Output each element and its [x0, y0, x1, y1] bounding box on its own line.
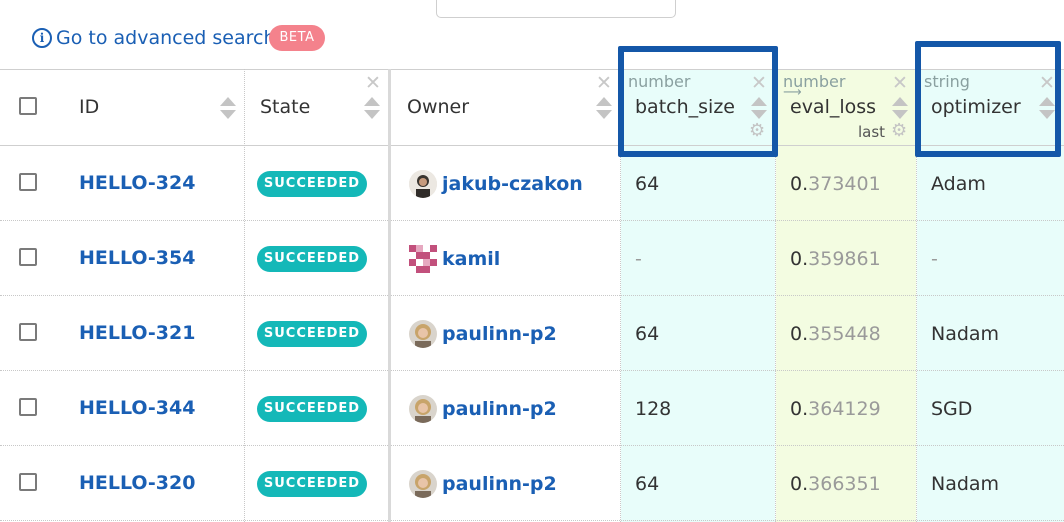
- runs-table: ID State ✕ Owner ✕ number batch_size ✕ ⚙…: [0, 41, 1064, 522]
- column-header-state[interactable]: State ✕: [245, 69, 388, 145]
- status-badge: SUCCEEDED: [257, 396, 367, 422]
- status-badge: SUCCEEDED: [257, 246, 367, 272]
- run-id-link[interactable]: HELLO-354: [79, 247, 195, 269]
- batch-size-value: 64: [635, 473, 660, 495]
- close-icon[interactable]: ✕: [596, 74, 612, 93]
- owner-link[interactable]: paulinn-p2: [442, 323, 557, 345]
- optimizer-value: Adam: [931, 173, 986, 195]
- close-icon[interactable]: ✕: [365, 74, 381, 93]
- column-type-label: number: [783, 72, 846, 91]
- search-input[interactable]: [436, 0, 676, 18]
- row-separator: [0, 520, 1064, 521]
- optimizer-value: Nadam: [931, 323, 1000, 345]
- avatar: [409, 245, 437, 273]
- column-header-label: State: [260, 96, 311, 118]
- eval-loss-value: 0.364129: [790, 398, 881, 420]
- row-checkbox[interactable]: [19, 248, 37, 266]
- run-id-link[interactable]: HELLO-324: [79, 172, 195, 194]
- row-separator: [0, 370, 1064, 371]
- eval-loss-value: 0.373401: [790, 173, 881, 195]
- highlight-box-optimizer: [915, 41, 1061, 157]
- avatar: [409, 470, 437, 498]
- aggregation-label: last: [858, 123, 886, 141]
- highlight-box-batch-size: [618, 46, 778, 157]
- optimizer-value: SGD: [931, 398, 973, 420]
- row-separator: [0, 220, 1064, 221]
- column-header-id[interactable]: ID: [62, 69, 244, 145]
- owner-link[interactable]: paulinn-p2: [442, 398, 557, 420]
- status-badge: SUCCEEDED: [257, 471, 367, 497]
- owner-link[interactable]: jakub-czakon: [442, 173, 583, 195]
- column-header-label: eval_loss: [790, 96, 877, 118]
- row-checkbox[interactable]: [19, 473, 37, 491]
- run-id-link[interactable]: HELLO-344: [79, 397, 195, 419]
- run-id-link[interactable]: HELLO-320: [79, 472, 195, 494]
- column-header-eval-loss[interactable]: ⟶ number eval_loss ✕ last ⚙: [776, 69, 916, 145]
- close-icon[interactable]: ✕: [892, 74, 908, 93]
- sort-icon[interactable]: [596, 97, 612, 121]
- row-checkbox[interactable]: [19, 173, 37, 191]
- header-bottom-border: [0, 145, 1064, 146]
- batch-size-value: -: [635, 248, 642, 270]
- column-header-label: ID: [79, 96, 100, 118]
- gear-icon[interactable]: ⚙: [891, 122, 907, 140]
- beta-badge: BETA: [269, 25, 325, 51]
- avatar: [409, 170, 437, 198]
- avatar: [409, 320, 437, 348]
- row-checkbox[interactable]: [19, 398, 37, 416]
- sort-icon[interactable]: [220, 97, 236, 121]
- optimizer-value: Nadam: [931, 473, 1000, 495]
- eval-loss-value: 0.366351: [790, 473, 881, 495]
- batch-size-value: 64: [635, 323, 660, 345]
- status-badge: SUCCEEDED: [257, 171, 367, 197]
- avatar: [409, 395, 437, 423]
- column-header-owner[interactable]: Owner ✕: [391, 69, 620, 145]
- row-checkbox[interactable]: [19, 323, 37, 341]
- owner-link[interactable]: kamil: [442, 248, 500, 270]
- status-badge: SUCCEEDED: [257, 321, 367, 347]
- batch-size-value: 64: [635, 173, 660, 195]
- advanced-search-link[interactable]: i Go to advanced search: [32, 26, 275, 50]
- optimizer-value: -: [931, 248, 938, 270]
- advanced-search-label: Go to advanced search: [56, 27, 276, 49]
- batch-size-value: 128: [635, 398, 672, 420]
- sort-icon[interactable]: [364, 97, 380, 121]
- sort-icon[interactable]: [892, 97, 908, 121]
- eval-loss-value: 0.359861: [790, 248, 881, 270]
- owner-link[interactable]: paulinn-p2: [442, 473, 557, 495]
- info-icon: i: [32, 28, 52, 48]
- row-separator: [0, 445, 1064, 446]
- column-header-label: Owner: [407, 96, 470, 118]
- run-id-link[interactable]: HELLO-321: [79, 322, 195, 344]
- select-all-checkbox[interactable]: [19, 97, 37, 115]
- row-separator: [0, 295, 1064, 296]
- eval-loss-value: 0.355448: [790, 323, 881, 345]
